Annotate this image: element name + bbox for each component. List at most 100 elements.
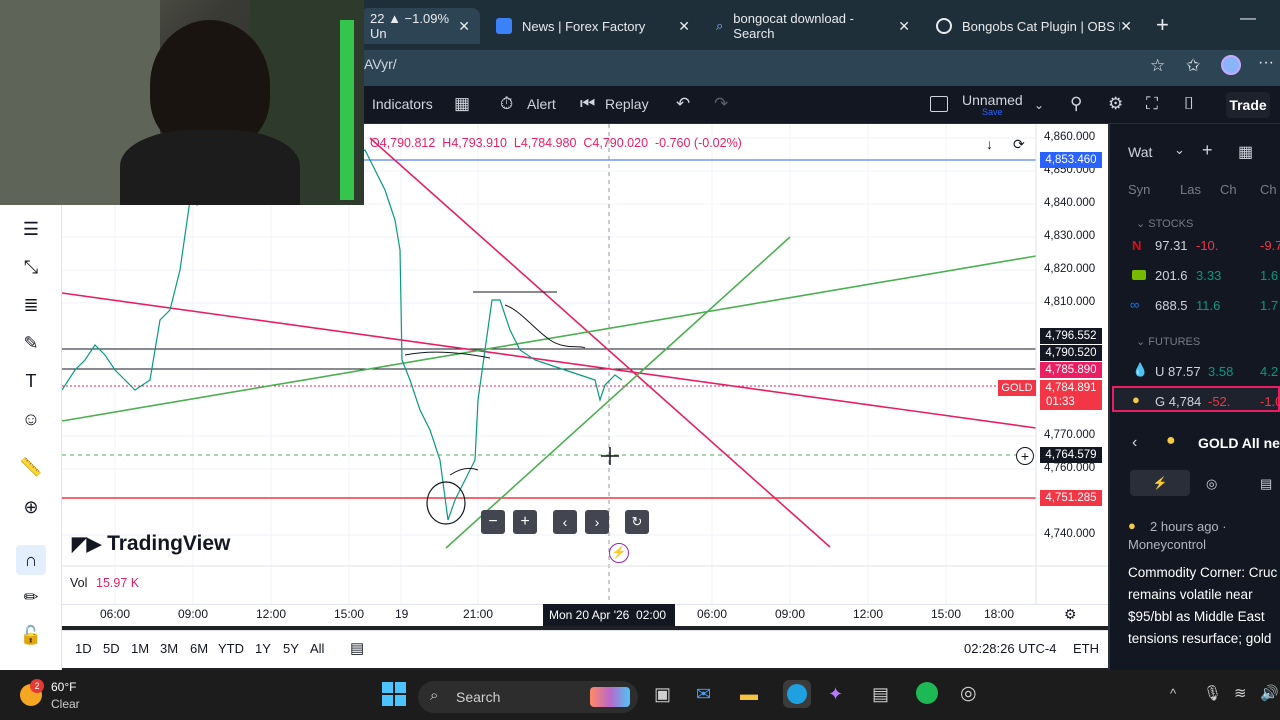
zoom-in-button[interactable]: + xyxy=(513,510,537,534)
drawing-toolbar: ☰ ⤡ ≣ ✎ T ☺ 📏 ⊕ ∩ ✏ 🔓 xyxy=(0,205,62,670)
more-icon[interactable]: ⋮ xyxy=(1274,142,1280,162)
fib-tool-icon[interactable]: ≣ xyxy=(19,293,43,317)
windows-start-icon[interactable] xyxy=(382,682,406,706)
add-symbol-icon[interactable]: + xyxy=(1202,140,1213,161)
add-alert-icon[interactable]: + xyxy=(1016,447,1034,465)
task-view-icon[interactable]: ▣ xyxy=(654,684,671,705)
chevron-down-icon[interactable]: ⌄ xyxy=(1174,142,1185,158)
range-5d[interactable]: 5D xyxy=(103,641,120,656)
range-1d[interactable]: 1D xyxy=(75,641,92,656)
download-icon[interactable]: ↓ xyxy=(986,136,993,152)
col-change[interactable]: Ch xyxy=(1220,182,1237,197)
tray-chevron-icon[interactable]: ^ xyxy=(1170,686,1176,701)
sync-icon[interactable]: ⟳ xyxy=(1013,136,1025,153)
brand-text: TradingView xyxy=(107,532,231,555)
ohlc-close: C4,790.020 xyxy=(583,136,649,150)
windows-taskbar: 2 60°F Clear ▣ ✉ ▬ ✦ ▤ ◎ ^ 🎙 ≋ 🔊 xyxy=(0,670,1280,720)
news-headline[interactable]: Commodity Corner: Cruc xyxy=(1128,565,1277,580)
news-headline[interactable]: tensions resurface; gold xyxy=(1128,631,1271,646)
axis-settings-gear-icon[interactable]: ⚙ xyxy=(1064,606,1077,623)
crosshair-date: Mon 20 Apr '26 xyxy=(549,608,630,622)
last-price[interactable]: 201.6 xyxy=(1155,268,1188,283)
price-label: 4,760.000 xyxy=(1044,462,1096,474)
trendline-tool-icon[interactable]: ⤡ xyxy=(19,255,43,279)
lock-icon[interactable]: 🔓 xyxy=(19,623,43,647)
watchlist-layout-icon[interactable]: ▦ xyxy=(1238,142,1253,162)
time-label: 09:00 xyxy=(178,607,209,621)
change: -52. xyxy=(1208,394,1231,409)
range-5y[interactable]: 5Y xyxy=(283,641,299,656)
volume-icon[interactable]: 🔊 xyxy=(1260,684,1279,702)
session-toggle[interactable]: ETH xyxy=(1073,641,1099,656)
webcam-led-strip xyxy=(340,20,354,200)
range-6m[interactable]: 6M xyxy=(190,641,208,656)
range-1m[interactable]: 1M xyxy=(131,641,149,656)
file-explorer-icon[interactable]: ▬ xyxy=(740,684,758,705)
panel-splitter[interactable] xyxy=(1108,124,1110,670)
spotify-icon[interactable] xyxy=(916,682,938,704)
zoom-out-button[interactable]: − xyxy=(481,510,505,534)
crosshair-menu-icon[interactable]: ☰ xyxy=(19,217,43,241)
oil-drop-icon: 💧 xyxy=(1132,362,1149,377)
taskbar-search[interactable]: ⌕ Search xyxy=(418,681,638,713)
bar-countdown: 01:33 xyxy=(1040,394,1102,410)
price-label: 4,840.000 xyxy=(1044,197,1096,209)
news-headline[interactable]: $95/bbl as Middle East xyxy=(1128,609,1265,624)
futures-symbol[interactable]: U 87.57 xyxy=(1155,364,1201,379)
outlook-icon[interactable]: ✉ xyxy=(696,684,711,705)
crosshair-time: 02:00 xyxy=(636,608,667,622)
range-all[interactable]: All xyxy=(310,641,324,656)
emoji-tool-icon[interactable]: ☺ xyxy=(19,407,43,431)
ohlc-change: -0.760 (-0.02%) xyxy=(655,136,742,150)
microphone-icon[interactable]: 🎙 xyxy=(1203,684,1222,702)
price-label: 4,860.000 xyxy=(1044,131,1096,143)
reset-chart-button[interactable]: ↻ xyxy=(625,510,649,534)
weather-desc[interactable]: Clear xyxy=(51,697,80,711)
clock[interactable]: 02:28:26 UTC-4 xyxy=(964,641,1057,656)
copilot-icon[interactable]: ✦ xyxy=(828,684,843,705)
zoom-tool-icon[interactable]: ⊕ xyxy=(19,495,43,519)
ruler-tool-icon[interactable]: 📏 xyxy=(19,455,43,479)
news-tab-ideas-icon[interactable]: ◎ xyxy=(1206,476,1217,492)
section-stocks[interactable]: ⌄ STOCKS xyxy=(1136,217,1193,230)
lightning-event-icon[interactable]: ⚡ xyxy=(609,543,629,563)
price-label: 4,810.000 xyxy=(1044,296,1096,308)
col-last[interactable]: Las xyxy=(1180,182,1201,197)
col-change-pct[interactable]: Ch xyxy=(1260,182,1277,197)
price-label: 4,770.000 xyxy=(1044,429,1096,441)
news-headline[interactable]: remains volatile near xyxy=(1128,587,1253,602)
range-3m[interactable]: 3M xyxy=(160,641,178,656)
scroll-right-button[interactable]: › xyxy=(585,510,609,534)
news-time: 2 hours ago · xyxy=(1150,519,1227,534)
stay-in-drawing-icon[interactable]: ✏ xyxy=(19,585,43,609)
watchlist-panel: Wat ⌄ + ▦ ⋮ Syn Las Ch Ch ⌄ STOCKS N 97.… xyxy=(1110,124,1280,670)
watchlist-title[interactable]: Wat xyxy=(1128,144,1152,160)
obs-icon[interactable]: ◎ xyxy=(960,682,977,705)
change-pct: -9.7 xyxy=(1260,238,1280,253)
back-chevron-icon[interactable]: ‹ xyxy=(1132,434,1137,452)
magnet-tool-icon[interactable]: ∩ xyxy=(16,545,46,575)
volume-value: 15.97 K xyxy=(96,576,140,590)
weather-temp[interactable]: 60°F xyxy=(51,680,76,694)
scroll-left-button[interactable]: ‹ xyxy=(553,510,577,534)
store-icon[interactable]: ▤ xyxy=(872,684,889,705)
last-price[interactable]: 97.31 xyxy=(1155,238,1188,253)
col-symbol[interactable]: Syn xyxy=(1128,182,1150,197)
search-highlight-icon xyxy=(590,687,630,707)
text-tool-icon[interactable]: T xyxy=(19,369,43,393)
edge-active-icon[interactable] xyxy=(783,680,811,708)
section-futures[interactable]: ⌄ FUTURES xyxy=(1136,335,1200,348)
last-price[interactable]: 688.5 xyxy=(1155,298,1188,313)
goto-date-calendar-icon[interactable]: ▤ xyxy=(350,639,364,657)
brush-tool-icon[interactable]: ✎ xyxy=(19,331,43,355)
volume-label: Vol xyxy=(70,576,88,590)
time-label: 06:00 xyxy=(697,607,728,621)
news-tab-flash-icon[interactable]: ⚡ xyxy=(1130,470,1190,496)
range-1y[interactable]: 1Y xyxy=(255,641,271,656)
wifi-icon[interactable]: ≋ xyxy=(1234,684,1247,702)
futures-symbol[interactable]: G 4,784 xyxy=(1155,394,1201,409)
range-ytd[interactable]: YTD xyxy=(218,641,244,656)
price-label: 4,820.000 xyxy=(1044,263,1096,275)
news-tab-comments-icon[interactable]: ▤ xyxy=(1260,476,1272,492)
change-pct: 4.2 xyxy=(1260,364,1279,379)
